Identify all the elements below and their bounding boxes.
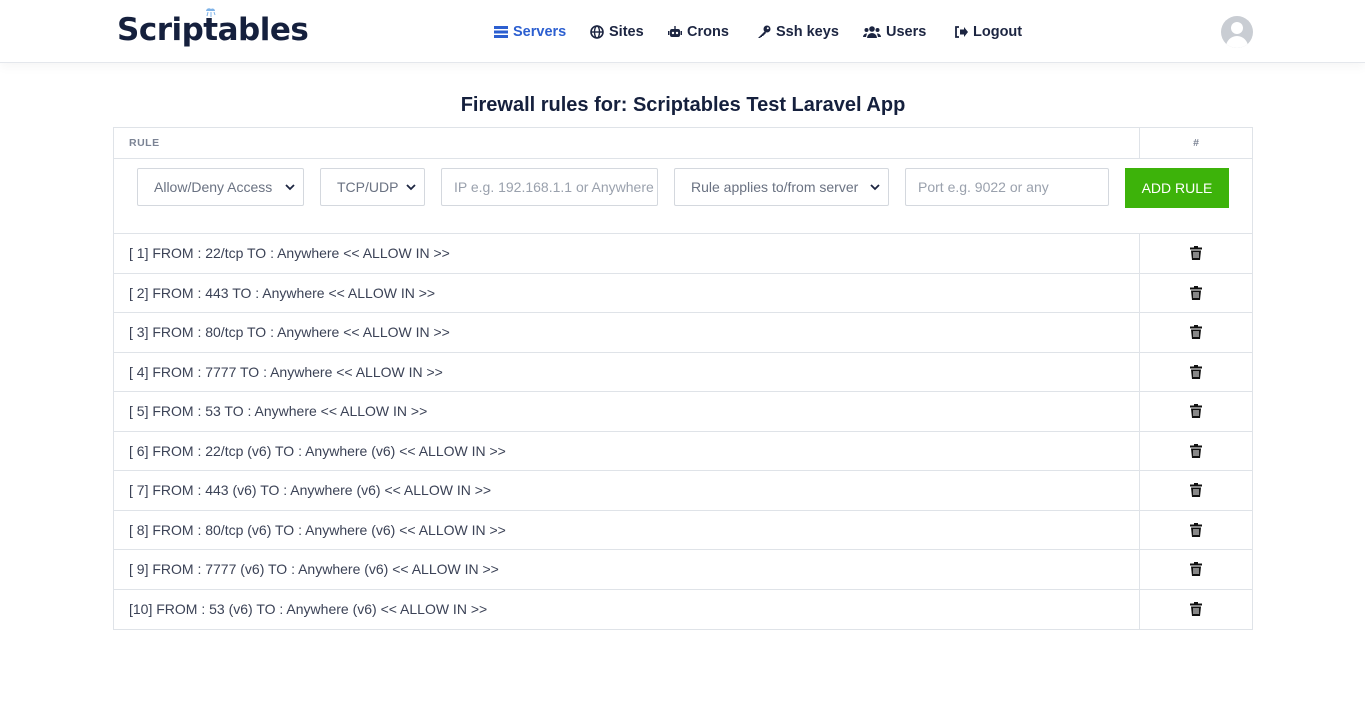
trash-icon[interactable] <box>1190 443 1202 458</box>
delete-rule-button[interactable] <box>1140 353 1252 392</box>
table-row: [ 7] FROM : 443 (v6) TO : Anywhere (v6) … <box>114 471 1252 511</box>
table-row: [ 2] FROM : 443 TO : Anywhere << ALLOW I… <box>114 273 1252 313</box>
nav-ssh-keys[interactable]: Ssh keys <box>757 22 839 42</box>
key-icon <box>758 25 771 38</box>
rule-text: [ 9] FROM : 7777 (v6) TO : Anywhere (v6)… <box>114 550 1140 589</box>
rule-text: [ 4] FROM : 7777 TO : Anywhere << ALLOW … <box>114 352 1140 391</box>
nav-logout-label: Logout <box>973 24 1023 40</box>
table-row: [ 9] FROM : 7777 (v6) TO : Anywhere (v6)… <box>114 550 1252 590</box>
trash-icon[interactable] <box>1190 562 1202 577</box>
table-row: [ 8] FROM : 80/tcp (v6) TO : Anywhere (v… <box>114 510 1252 550</box>
ip-input[interactable]: IP e.g. 192.168.1.1 or Anywhere <box>441 168 658 206</box>
chevron-down-icon <box>406 184 416 191</box>
protocol-select-value: TCP/UDP <box>337 179 399 195</box>
delete-rule-button[interactable] <box>1140 590 1252 630</box>
rule-text: [ 6] FROM : 22/tcp (v6) TO : Anywhere (v… <box>114 431 1140 470</box>
table-row: [ 1] FROM : 22/tcp TO : Anywhere << ALLO… <box>114 234 1252 274</box>
nav-sites-label: Sites <box>609 24 644 40</box>
globe-icon <box>590 25 604 39</box>
ip-input-placeholder: IP e.g. 192.168.1.1 or Anywhere <box>454 179 654 195</box>
top-navbar: Scriptables Servers Sites Crons Ssh keys… <box>0 0 1365 63</box>
trash-icon[interactable] <box>1190 325 1202 340</box>
trash-icon[interactable] <box>1190 364 1202 379</box>
port-input-placeholder: Port e.g. 9022 or any <box>918 179 1049 195</box>
user-avatar[interactable] <box>1221 16 1253 48</box>
column-header-action: # <box>1193 137 1199 149</box>
rule-text: [ 8] FROM : 80/tcp (v6) TO : Anywhere (v… <box>114 510 1140 549</box>
delete-rule-button[interactable] <box>1140 234 1252 273</box>
rule-text: [ 3] FROM : 80/tcp TO : Anywhere << ALLO… <box>114 313 1140 352</box>
delete-rule-button[interactable] <box>1140 511 1252 550</box>
trash-icon[interactable] <box>1190 602 1202 617</box>
rules-list: [ 1] FROM : 22/tcp TO : Anywhere << ALLO… <box>114 234 1252 629</box>
page-title: Firewall rules for: Scriptables Test Lar… <box>460 94 906 116</box>
trash-icon[interactable] <box>1190 285 1202 300</box>
direction-select-value: Rule applies to/from server <box>691 179 859 195</box>
chevron-down-icon <box>285 184 295 191</box>
protocol-select[interactable]: TCP/UDP <box>320 168 425 206</box>
users-icon <box>863 26 881 38</box>
nav-servers[interactable]: Servers <box>494 22 566 42</box>
trash-icon[interactable] <box>1190 246 1202 261</box>
cloud-icon <box>206 8 216 17</box>
table-row: [ 5] FROM : 53 TO : Anywhere << ALLOW IN… <box>114 392 1252 432</box>
server-icon <box>494 26 508 38</box>
firewall-rules-table: RULE # Allow/Deny Access TCP/UDP IP e.g.… <box>113 127 1253 630</box>
column-header-rule: RULE <box>114 128 1140 158</box>
nav-crons-label: Crons <box>687 24 729 40</box>
add-rule-button[interactable]: ADD RULE <box>1125 168 1229 208</box>
access-select[interactable]: Allow/Deny Access <box>137 168 304 206</box>
brand-logo[interactable]: Scriptables <box>117 8 309 48</box>
table-row: [ 3] FROM : 80/tcp TO : Anywhere << ALLO… <box>114 313 1252 353</box>
delete-rule-button[interactable] <box>1140 392 1252 431</box>
delete-rule-button[interactable] <box>1140 550 1252 589</box>
chevron-down-icon <box>870 184 880 191</box>
table-row: [ 6] FROM : 22/tcp (v6) TO : Anywhere (v… <box>114 431 1252 471</box>
rule-text: [ 5] FROM : 53 TO : Anywhere << ALLOW IN… <box>114 392 1140 431</box>
logout-icon <box>955 26 968 38</box>
delete-rule-button[interactable] <box>1140 471 1252 510</box>
nav-ssh-keys-label: Ssh keys <box>776 24 839 40</box>
add-rule-form: Allow/Deny Access TCP/UDP IP e.g. 192.16… <box>114 159 1252 234</box>
nav-logout[interactable]: Logout <box>954 22 1022 42</box>
rule-text: [ 1] FROM : 22/tcp TO : Anywhere << ALLO… <box>114 234 1140 273</box>
nav-servers-label: Servers <box>513 24 567 40</box>
delete-rule-button[interactable] <box>1140 313 1252 352</box>
trash-icon[interactable] <box>1190 404 1202 419</box>
nav-users-label: Users <box>886 24 927 40</box>
delete-rule-button[interactable] <box>1140 274 1252 313</box>
table-row: [10] FROM : 53 (v6) TO : Anywhere (v6) <… <box>114 589 1252 630</box>
rule-text: [ 2] FROM : 443 TO : Anywhere << ALLOW I… <box>114 273 1140 312</box>
direction-select[interactable]: Rule applies to/from server <box>674 168 889 206</box>
rule-text: [10] FROM : 53 (v6) TO : Anywhere (v6) <… <box>114 589 1140 629</box>
nav-sites[interactable]: Sites <box>590 22 644 42</box>
trash-icon[interactable] <box>1190 483 1202 498</box>
table-row: [ 4] FROM : 7777 TO : Anywhere << ALLOW … <box>114 352 1252 392</box>
table-header: RULE # <box>114 128 1252 159</box>
port-input[interactable]: Port e.g. 9022 or any <box>905 168 1109 206</box>
robot-icon <box>668 26 682 37</box>
delete-rule-button[interactable] <box>1140 432 1252 471</box>
access-select-value: Allow/Deny Access <box>154 179 273 195</box>
nav-users[interactable]: Users <box>863 22 926 42</box>
rule-text: [ 7] FROM : 443 (v6) TO : Anywhere (v6) … <box>114 471 1140 510</box>
nav-crons[interactable]: Crons <box>668 22 729 42</box>
trash-icon[interactable] <box>1190 522 1202 537</box>
